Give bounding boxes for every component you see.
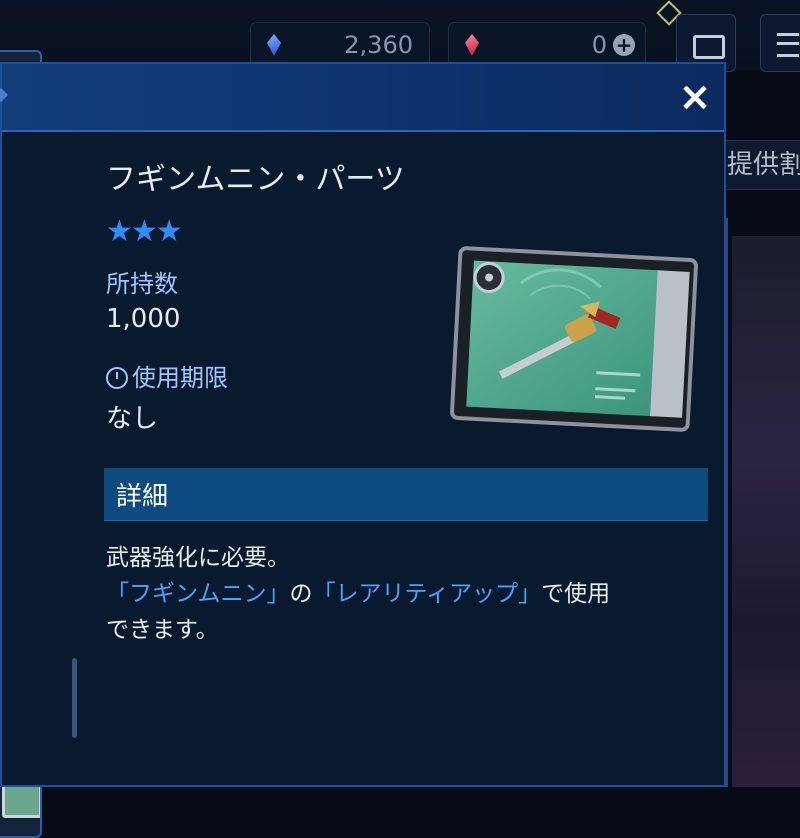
expiry-label-text: 使用期限 [132, 364, 228, 392]
rarity-stars: ★★★ [106, 214, 183, 249]
red-gem-count: 0 [591, 31, 607, 59]
item-detail-modal: × フギンムニン・パーツ ★★★ 所持数 1,000 使用期限 なし 詳細 武器… [0, 62, 726, 787]
expiry-label: 使用期限 [106, 358, 228, 393]
bag-icon [693, 35, 725, 59]
description-line: 「フギンムニン」の「レアリティアップ」で使用 [106, 574, 610, 608]
weapon-part-card-icon [450, 246, 698, 432]
description-text: で使用 [541, 581, 611, 607]
expiry-value: なし [106, 404, 159, 434]
owned-value: 1,000 [106, 304, 181, 334]
description-text: の [289, 581, 313, 607]
rate-info-tag[interactable]: 提供割 [720, 140, 800, 190]
detail-title: 詳細 [116, 482, 169, 512]
blue-gem-icon [267, 34, 281, 56]
list-scrollbar[interactable] [72, 658, 77, 738]
timer-icon [106, 367, 128, 389]
description-line: 武器強化に必要。 [106, 545, 290, 571]
description-line: できます。 [106, 617, 219, 643]
weapon-name-highlight: 「フギンムニン」 [106, 581, 290, 607]
modal-header: × [0, 64, 724, 132]
blue-gem-count: 2,360 [344, 31, 413, 59]
header-diamond-icon [0, 87, 9, 103]
menu-button[interactable] [760, 14, 800, 72]
detail-section-header: 詳細 [104, 468, 708, 521]
add-gem-icon[interactable]: + [613, 34, 635, 56]
owned-label: 所持数 [106, 270, 178, 298]
menu-icon [777, 33, 799, 57]
background-frame [726, 218, 800, 787]
item-name: フギンムニン・パーツ [106, 162, 405, 197]
rarity-up-highlight: 「レアリティアップ」 [312, 581, 542, 607]
red-gem-icon [465, 34, 479, 56]
close-button[interactable]: × [672, 74, 718, 120]
